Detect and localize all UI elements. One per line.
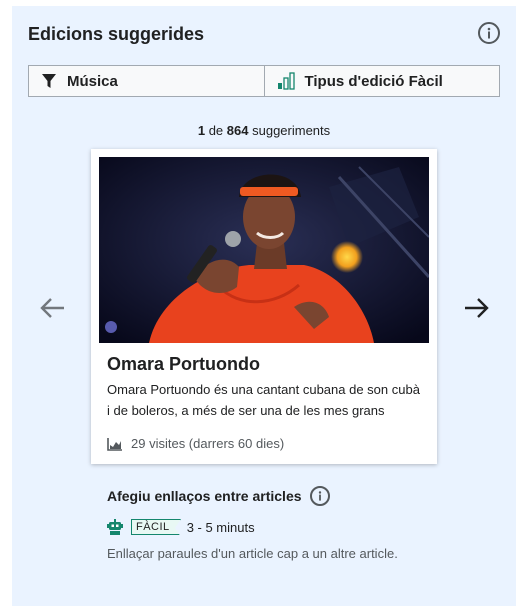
- task-description: Enllaçar paraules d'un article cap a un …: [107, 546, 398, 561]
- next-suggestion-button[interactable]: [460, 292, 492, 324]
- article-pageviews: 29 visites (darrers 60 dies): [107, 436, 284, 451]
- robot-icon: [107, 519, 123, 535]
- task-type-heading: Afegiu enllaços entre articles: [107, 486, 330, 506]
- task-metadata: FÀCIL 3 - 5 minuts: [107, 519, 255, 537]
- suggestion-card[interactable]: Omara Portuondo Omara Portuondo és una c…: [91, 149, 437, 464]
- topic-filter-label: Música: [67, 72, 118, 90]
- module-title: Edicions suggerides: [28, 24, 205, 44]
- counter-suffix: suggeriments: [252, 123, 331, 138]
- article-title: Omara Portuondo: [107, 354, 261, 374]
- article-extract: Omara Portuondo és una cantant cubana de…: [107, 382, 420, 418]
- suggestion-counter: 1 de 864 suggeriments: [12, 123, 516, 138]
- difficulty-filter-label: Tipus d'edició Fàcil: [304, 72, 443, 90]
- counter-total: 864: [226, 123, 249, 138]
- difficulty-filter-button[interactable]: Tipus d'edició Fàcil: [263, 66, 500, 96]
- info-icon[interactable]: [478, 22, 500, 44]
- task-time: 3 - 5 minuts: [186, 519, 255, 535]
- counter-current: 1: [197, 123, 206, 138]
- task-info-icon[interactable]: [309, 486, 330, 506]
- counter-separator: de: [208, 123, 224, 138]
- pageviews-label: 29 visites (darrers 60 dies): [131, 436, 285, 451]
- bar-chart-icon: [277, 72, 295, 90]
- arrow-left-icon: [40, 298, 64, 318]
- filter-bar: Música Tipus d'edició Fàcil: [28, 65, 500, 97]
- funnel-icon: [41, 73, 57, 89]
- suggested-edits-module: Edicions suggerides Música Tipus d'edici…: [12, 6, 516, 606]
- difficulty-badge: FÀCIL: [131, 519, 181, 537]
- arrow-right-icon: [465, 298, 489, 318]
- article-image: [99, 157, 429, 343]
- task-type-title: Afegiu enllaços entre articles: [107, 488, 302, 504]
- chart-icon: [107, 437, 123, 451]
- previous-suggestion-button[interactable]: [37, 292, 69, 324]
- topic-filter-button[interactable]: Música: [29, 66, 264, 96]
